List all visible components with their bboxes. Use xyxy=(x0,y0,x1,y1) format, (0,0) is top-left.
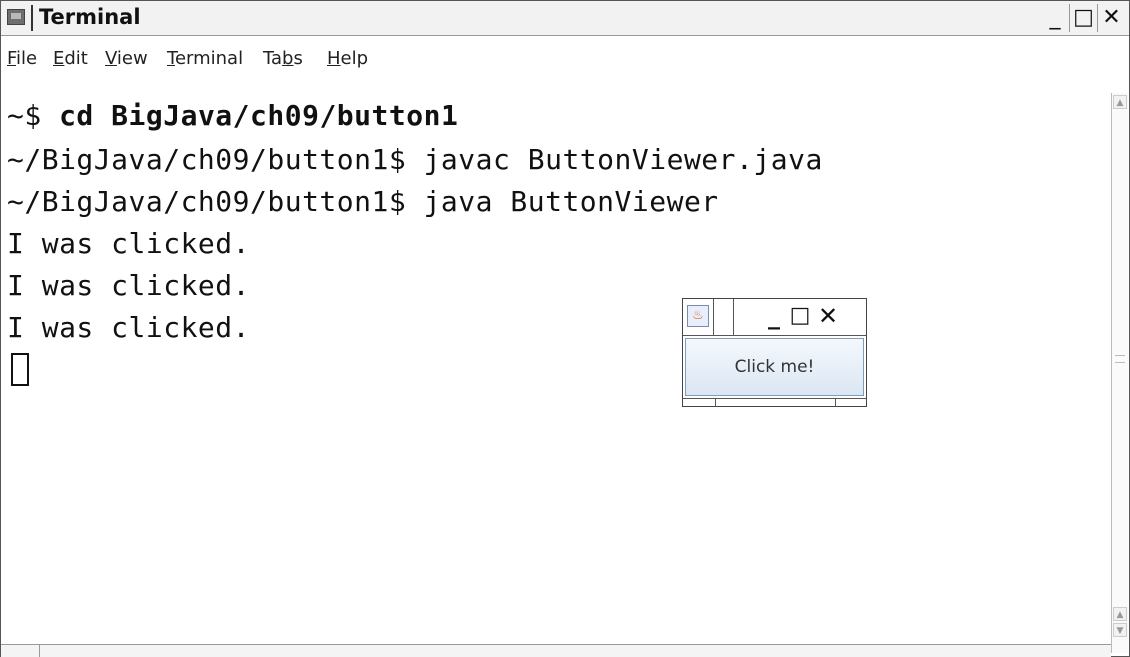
menu-terminal-label: erminal xyxy=(174,48,244,69)
prompt: ~/BigJava/ch09/button1$ xyxy=(7,185,424,218)
menu-tabs-label: s xyxy=(293,48,303,69)
java-minimize-button[interactable]: _ xyxy=(761,301,787,331)
command: java ButtonViewer xyxy=(423,185,719,218)
maximize-button[interactable]: □ xyxy=(1069,4,1097,32)
java-close-button[interactable]: ✕ xyxy=(815,301,841,331)
terminal-line: I was clicked. xyxy=(7,311,251,344)
command: cd BigJava/ch09/button1 xyxy=(59,99,459,132)
menu-terminal-mnemonic: T xyxy=(167,48,175,69)
terminal-line: I was clicked. xyxy=(7,227,251,260)
minimize-button[interactable]: _ xyxy=(1041,4,1069,32)
window-title: Terminal xyxy=(39,5,141,29)
scroll-divider xyxy=(39,645,40,657)
terminal-line: ~$ cd BigJava/ch09/button1 xyxy=(7,99,458,132)
java-window-bottom-edge xyxy=(683,398,866,407)
menu-view[interactable]: View xyxy=(105,48,148,69)
java-title-bar[interactable]: ♨ _ □ ✕ xyxy=(683,299,866,336)
menu-terminal[interactable]: Terminal xyxy=(167,48,243,69)
terminal-line: ~/BigJava/ch09/button1$ java ButtonViewe… xyxy=(7,185,719,218)
menu-tabs-prefix: Ta xyxy=(263,48,283,69)
title-bar[interactable]: Terminal _ □ ✕ xyxy=(1,1,1129,36)
terminal-output[interactable]: ~$ cd BigJava/ch09/button1 ~/BigJava/ch0… xyxy=(1,81,1109,644)
menu-file-label: ile xyxy=(16,48,38,69)
command: javac ButtonViewer.java xyxy=(423,143,823,176)
terminal-line: ~/BigJava/ch09/button1$ javac ButtonView… xyxy=(7,143,823,176)
title-separator xyxy=(713,299,714,335)
menu-tabs[interactable]: Tabs xyxy=(263,48,303,69)
menu-view-mnemonic: V xyxy=(105,48,117,69)
menu-edit-label: dit xyxy=(64,48,88,69)
bottom-divider xyxy=(715,399,716,407)
menu-help-label: elp xyxy=(340,48,369,69)
click-me-button[interactable]: Click me! xyxy=(685,338,864,396)
scroll-up-arrow-icon[interactable]: ▲ xyxy=(1113,607,1127,621)
menu-edit-mnemonic: E xyxy=(53,48,65,69)
menu-bar: File Edit View Terminal Tabs Help xyxy=(1,36,1129,80)
terminal-icon xyxy=(7,9,25,25)
menu-help-mnemonic: H xyxy=(327,48,341,69)
horizontal-scrollbar[interactable] xyxy=(1,644,1111,657)
scroll-up-arrow-icon[interactable]: ▲ xyxy=(1113,95,1127,109)
terminal-window: Terminal _ □ ✕ File Edit View Terminal T… xyxy=(0,0,1130,657)
bottom-divider xyxy=(835,399,836,407)
menu-help[interactable]: Help xyxy=(327,48,368,69)
menu-file-mnemonic: F xyxy=(7,48,17,69)
prompt: ~$ xyxy=(7,99,60,132)
menu-file[interactable]: File xyxy=(7,48,37,69)
menu-view-label: iew xyxy=(116,48,148,69)
menu-edit[interactable]: Edit xyxy=(53,48,88,69)
prompt: ~/BigJava/ch09/button1$ xyxy=(7,143,424,176)
scroll-down-arrow-icon[interactable]: ▼ xyxy=(1113,623,1127,637)
title-separator xyxy=(31,5,33,31)
title-separator xyxy=(733,299,734,335)
scroll-grip-icon[interactable] xyxy=(1115,355,1125,363)
terminal-line: I was clicked. xyxy=(7,269,251,302)
close-button[interactable]: ✕ xyxy=(1097,4,1125,32)
java-maximize-button[interactable]: □ xyxy=(787,301,813,331)
java-cup-icon: ♨ xyxy=(687,305,709,327)
menu-tabs-mnemonic: b xyxy=(282,48,294,69)
vertical-scrollbar[interactable]: ▲ ▲ ▼ xyxy=(1111,93,1128,653)
text-cursor xyxy=(11,353,29,386)
java-button-viewer-window: ♨ _ □ ✕ Click me! xyxy=(682,298,867,407)
